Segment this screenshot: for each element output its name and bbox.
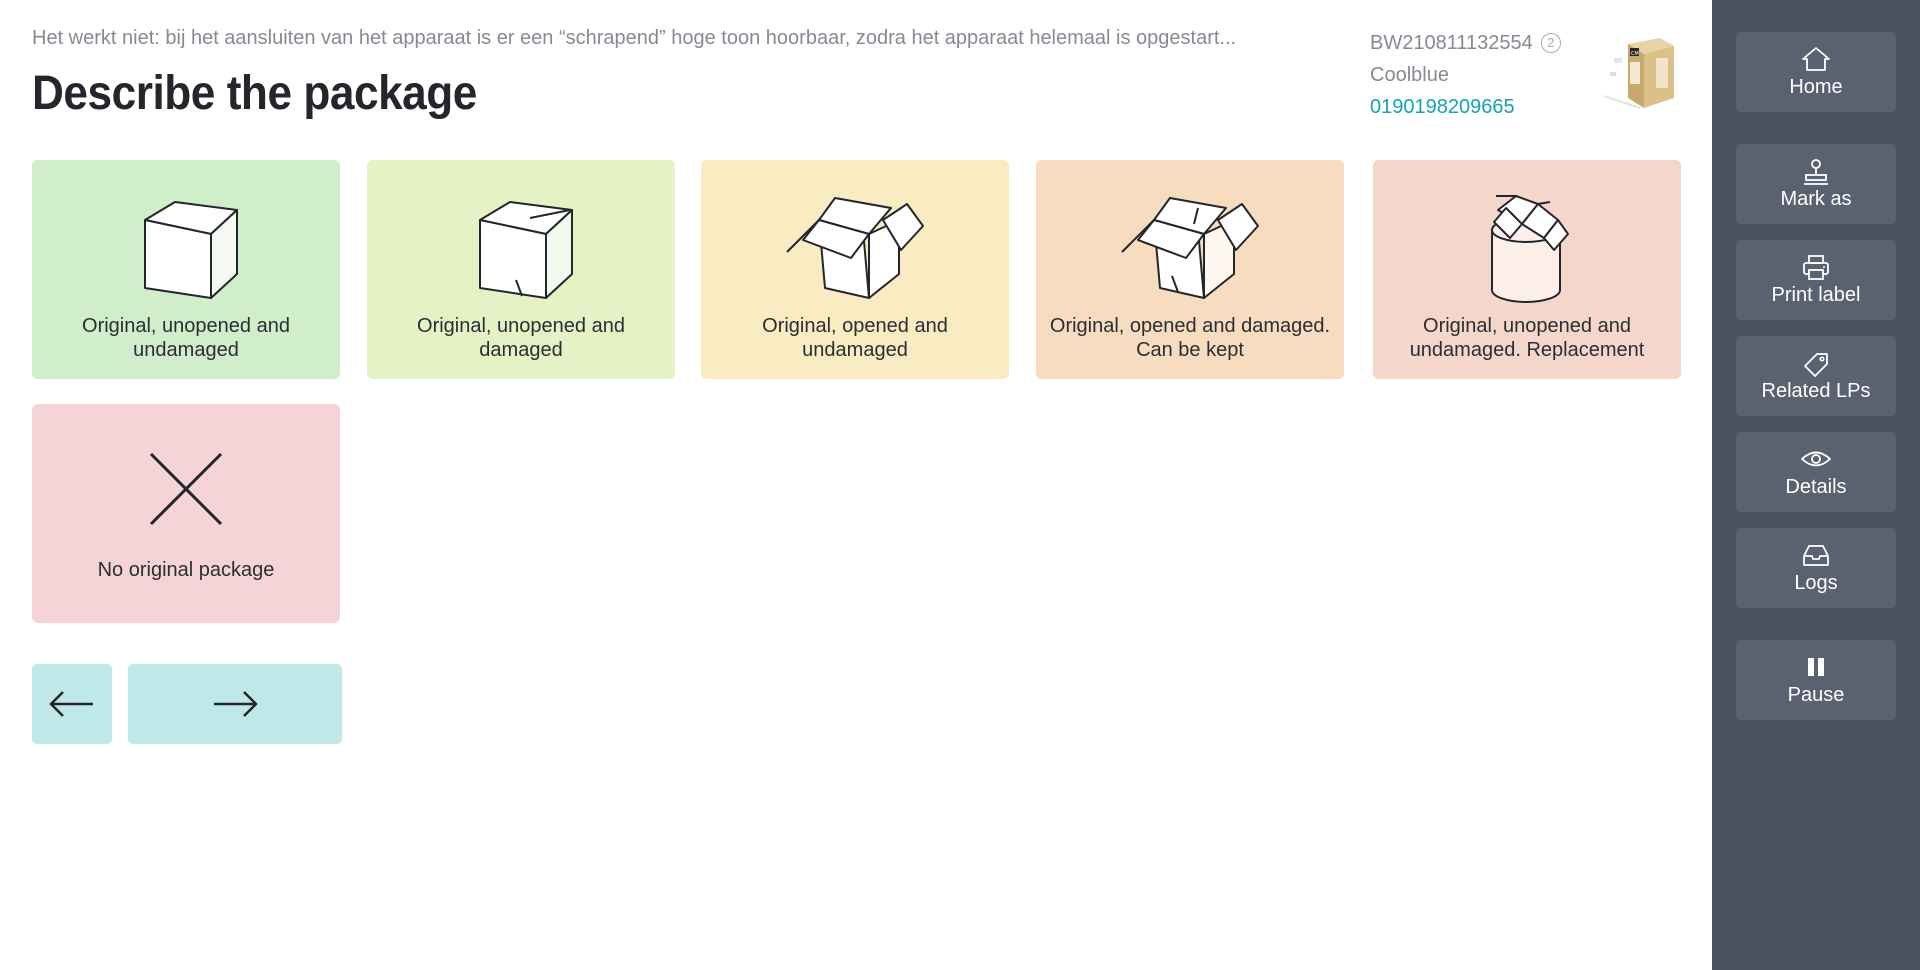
next-button[interactable]: [128, 664, 342, 744]
main-area: Het werkt niet: bij het aansluiten van h…: [0, 0, 1712, 970]
svg-text:CM: CM: [1631, 51, 1639, 57]
shop-name: Coolblue: [1370, 64, 1449, 86]
related-lps-label: Related LPs: [1761, 380, 1871, 402]
option-opened-undamaged[interactable]: Original, opened and undamaged: [701, 160, 1009, 379]
open-box-icon: [786, 197, 924, 299]
product-thumbnail: CM: [1603, 38, 1674, 109]
damaged-box-icon: [479, 201, 573, 299]
option-label: Original, opened and undamaged: [762, 315, 948, 361]
bin-box-icon: [1491, 195, 1569, 303]
home-label: Home: [1789, 76, 1843, 98]
page-title: Describe the package: [32, 67, 477, 120]
pause-button[interactable]: Pause: [1736, 640, 1896, 720]
eye-icon: [1800, 451, 1832, 467]
option-no-original-package[interactable]: No original package: [32, 404, 340, 623]
home-icon: [1802, 47, 1830, 71]
print-label-button[interactable]: Print label: [1736, 240, 1896, 320]
details-label: Details: [1785, 476, 1847, 498]
option-label: Original, opened and damaged. Can be kep…: [1049, 315, 1331, 361]
ean-code[interactable]: 0190198209665: [1370, 91, 1561, 123]
details-button[interactable]: Details: [1736, 432, 1896, 512]
arrow-right-icon: [214, 691, 258, 717]
mark-as-button[interactable]: Mark as: [1736, 144, 1896, 224]
option-unopened-undamaged[interactable]: Original, unopened and undamaged: [32, 160, 340, 379]
related-lps-button[interactable]: Related LPs: [1736, 336, 1896, 416]
order-code: BW210811132554: [1370, 32, 1533, 54]
home-button[interactable]: Home: [1736, 32, 1896, 112]
option-unopened-damaged[interactable]: Original, unopened and damaged: [367, 160, 675, 379]
pause-label: Pause: [1787, 684, 1845, 706]
printer-icon: [1803, 255, 1829, 280]
tags-icon: [1804, 353, 1828, 377]
option-label: Original, unopened and undamaged: [82, 315, 290, 361]
option-unopened-undamaged-replacement[interactable]: Original, unopened and undamaged. Replac…: [1373, 160, 1681, 379]
arrow-left-icon: [49, 691, 93, 717]
option-opened-damaged-keep[interactable]: Original, opened and damaged. Can be kep…: [1036, 160, 1344, 379]
open-damaged-box-icon: [1121, 197, 1259, 299]
pause-icon: [1808, 658, 1824, 676]
order-meta: BW210811132554 2 Coolblue 0190198209665: [1370, 27, 1561, 123]
count-badge: 2: [1540, 33, 1561, 53]
option-label: Original, unopened and damaged: [417, 315, 625, 361]
order-code-row: BW210811132554 2: [1370, 27, 1561, 59]
issue-description: Het werkt niet: bij het aansluiten van h…: [32, 27, 1237, 49]
cross-icon: [149, 452, 223, 526]
logs-label: Logs: [1794, 572, 1838, 594]
closed-box-icon: [144, 201, 238, 299]
inbox-icon: [1803, 545, 1829, 566]
option-label: No original package: [97, 559, 275, 581]
logs-button[interactable]: Logs: [1736, 528, 1896, 608]
option-label: Original, unopened and undamaged. Replac…: [1409, 315, 1645, 361]
back-button[interactable]: [32, 664, 112, 744]
stamp-icon: [1804, 159, 1828, 185]
mark-as-label: Mark as: [1780, 188, 1852, 210]
print-label-label: Print label: [1771, 284, 1861, 306]
